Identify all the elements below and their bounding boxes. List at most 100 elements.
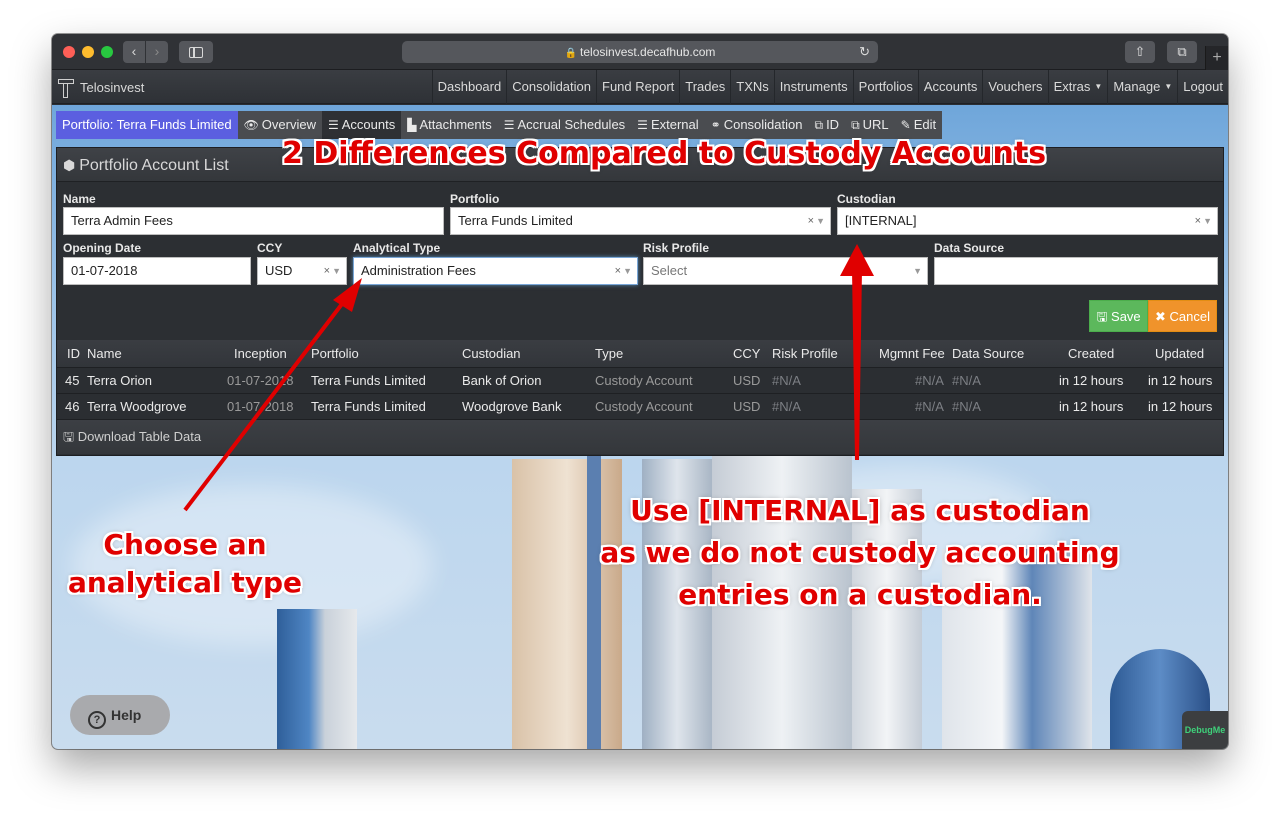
name-input[interactable]: Terra Admin Fees	[63, 207, 444, 235]
nav-extras-label: Extras	[1053, 79, 1091, 94]
analytical-type-select[interactable]: Administration Fees × ▼	[353, 257, 638, 285]
minimize-window-button[interactable]	[82, 46, 94, 58]
nav-trades[interactable]: Trades	[679, 70, 730, 104]
cell-created: in 12 hours	[1059, 373, 1124, 388]
cell-data-source: #N/A	[952, 373, 981, 388]
tab-label: Accounts	[341, 117, 396, 132]
edit-button[interactable]: ✎ Edit	[895, 111, 942, 139]
ccy-select[interactable]: USD × ▼	[257, 257, 347, 285]
data-source-input[interactable]	[934, 257, 1218, 285]
clear-icon[interactable]: ×	[808, 215, 814, 227]
share-button[interactable]: ⇧	[1125, 41, 1155, 63]
table-row[interactable]: 45 Terra Orion 01-07-2018 Terra Funds Li…	[57, 368, 1223, 394]
portfolio-tabs: Portfolio: Terra Funds Limited 👁 Overview…	[56, 111, 943, 139]
copy-id-button[interactable]: ⧉ ID	[808, 111, 845, 139]
cell-portfolio[interactable]: Terra Funds Limited	[311, 394, 426, 420]
nav-vouchers[interactable]: Vouchers	[982, 70, 1047, 104]
reload-icon[interactable]: ↻	[859, 41, 870, 63]
dropdown-arrow-icon: ▼	[623, 266, 632, 276]
column-header-created[interactable]: Created	[1068, 340, 1114, 368]
clear-icon[interactable]: ×	[1195, 215, 1201, 227]
column-header-updated[interactable]: Updated	[1155, 340, 1204, 368]
annotation-left-line: Choose an	[103, 528, 267, 561]
close-window-button[interactable]	[63, 46, 75, 58]
tab-accounts[interactable]: ☰ Accounts	[321, 111, 402, 139]
nav-extras-dropdown[interactable]: Extras ▼	[1047, 70, 1108, 104]
portfolio-title[interactable]: Portfolio: Terra Funds Limited	[56, 111, 238, 139]
nav-dashboard[interactable]: Dashboard	[431, 70, 507, 104]
column-header-mgmnt-fee[interactable]: Mgmnt Fee	[879, 340, 945, 368]
caret-down-icon: ▼	[1164, 82, 1173, 91]
column-header-type[interactable]: Type	[595, 340, 623, 368]
portfolio-label: Portfolio	[450, 192, 500, 206]
nav-manage-dropdown[interactable]: Manage ▼	[1107, 70, 1177, 104]
nav-fund-report[interactable]: Fund Report	[596, 70, 679, 104]
nav-links: Dashboard Consolidation Fund Report Trad…	[431, 70, 1228, 104]
column-header-inception[interactable]: Inception	[234, 340, 287, 368]
forward-button[interactable]: ›	[146, 41, 168, 63]
save-button[interactable]: 🖫 Save	[1089, 300, 1148, 332]
cell-portfolio[interactable]: Terra Funds Limited	[311, 368, 426, 394]
close-icon: ✖	[1155, 309, 1170, 324]
cell-name[interactable]: Terra Woodgrove	[87, 394, 186, 420]
nav-instruments[interactable]: Instruments	[773, 70, 853, 104]
tab-label: Overview	[261, 117, 316, 132]
cell-updated: in 12 hours	[1148, 373, 1213, 388]
chevron-left-icon: ‹	[131, 43, 137, 59]
tab-label: Accrual Schedules	[517, 117, 626, 132]
column-header-id[interactable]: ID	[67, 340, 80, 368]
column-header-risk-profile[interactable]: Risk Profile	[772, 340, 838, 368]
dropdown-arrow-icon: ▼	[1203, 216, 1212, 226]
nav-portfolios[interactable]: Portfolios	[852, 70, 918, 104]
edit-icon: ✎	[900, 118, 911, 132]
copy-url-button[interactable]: ⧉ URL	[845, 111, 895, 139]
nav-txns[interactable]: TXNs	[730, 70, 774, 104]
clear-icon[interactable]: ×	[324, 265, 330, 277]
column-header-name[interactable]: Name	[87, 340, 122, 368]
column-header-ccy[interactable]: CCY	[733, 340, 760, 368]
tab-accrual-schedules[interactable]: ☰ Accrual Schedules	[498, 111, 631, 139]
tab-overview-button[interactable]: ⧉	[1167, 41, 1197, 63]
help-button[interactable]: ? Help	[70, 695, 170, 735]
brand[interactable]: Telosinvest	[58, 70, 144, 104]
cell-name[interactable]: Terra Orion	[87, 368, 152, 394]
clear-icon[interactable]: ×	[615, 265, 621, 277]
list-icon: ☰	[503, 118, 515, 132]
tab-external[interactable]: ☰ External	[631, 111, 704, 139]
debugme-button[interactable]: DebugMe	[1182, 711, 1228, 749]
tab-overview[interactable]: 👁 Overview	[238, 111, 322, 139]
maximize-window-button[interactable]	[101, 46, 113, 58]
column-header-data-source[interactable]: Data Source	[952, 340, 1024, 368]
column-header-portfolio[interactable]: Portfolio	[311, 340, 359, 368]
download-table-data-button[interactable]: 🖫 Download Table Data	[57, 420, 1223, 454]
tab-attachments[interactable]: ▙ Attachments	[401, 111, 498, 139]
app-navbar: Telosinvest Dashboard Consolidation Fund…	[52, 70, 1228, 104]
risk-profile-select[interactable]: Select ▼	[643, 257, 928, 285]
data-source-label: Data Source	[934, 241, 1005, 255]
eye-icon: 👁	[243, 118, 259, 132]
cancel-label: Cancel	[1169, 309, 1210, 324]
portfolio-select[interactable]: Terra Funds Limited × ▼	[450, 207, 831, 235]
address-bar[interactable]: 🔒 telosinvest.decafhub.com ↻	[402, 41, 878, 63]
lock-icon: 🔒	[564, 48, 578, 59]
cancel-button[interactable]: ✖ Cancel	[1148, 300, 1217, 332]
sidebar-toggle-button[interactable]	[179, 41, 213, 63]
help-label: Help	[111, 707, 142, 723]
cell-mgmnt-fee: #N/A	[915, 373, 944, 388]
column-header-custodian[interactable]: Custodian	[462, 340, 521, 368]
nav-accounts[interactable]: Accounts	[917, 70, 982, 104]
analytical-type-label: Analytical Type	[353, 241, 441, 255]
cell-custodian[interactable]: Bank of Orion	[462, 368, 542, 394]
telos-logo-icon	[58, 77, 74, 98]
nav-logout[interactable]: Logout	[1177, 70, 1228, 104]
nav-consolidation[interactable]: Consolidation	[506, 70, 596, 104]
new-tab-button[interactable]: +	[1205, 46, 1228, 70]
back-button[interactable]: ‹	[123, 41, 145, 63]
table-row[interactable]: 46 Terra Woodgrove 01-07-2018 Terra Fund…	[57, 394, 1223, 420]
cell-custodian[interactable]: Woodgrove Bank	[462, 394, 562, 420]
tab-consolidation[interactable]: ⚭ Consolidation	[705, 111, 809, 139]
custodian-select[interactable]: [INTERNAL] × ▼	[837, 207, 1218, 235]
cubes-icon: ⬢	[63, 157, 76, 173]
opening-date-input[interactable]: 01-07-2018	[63, 257, 251, 285]
brand-name: Telosinvest	[80, 79, 145, 95]
